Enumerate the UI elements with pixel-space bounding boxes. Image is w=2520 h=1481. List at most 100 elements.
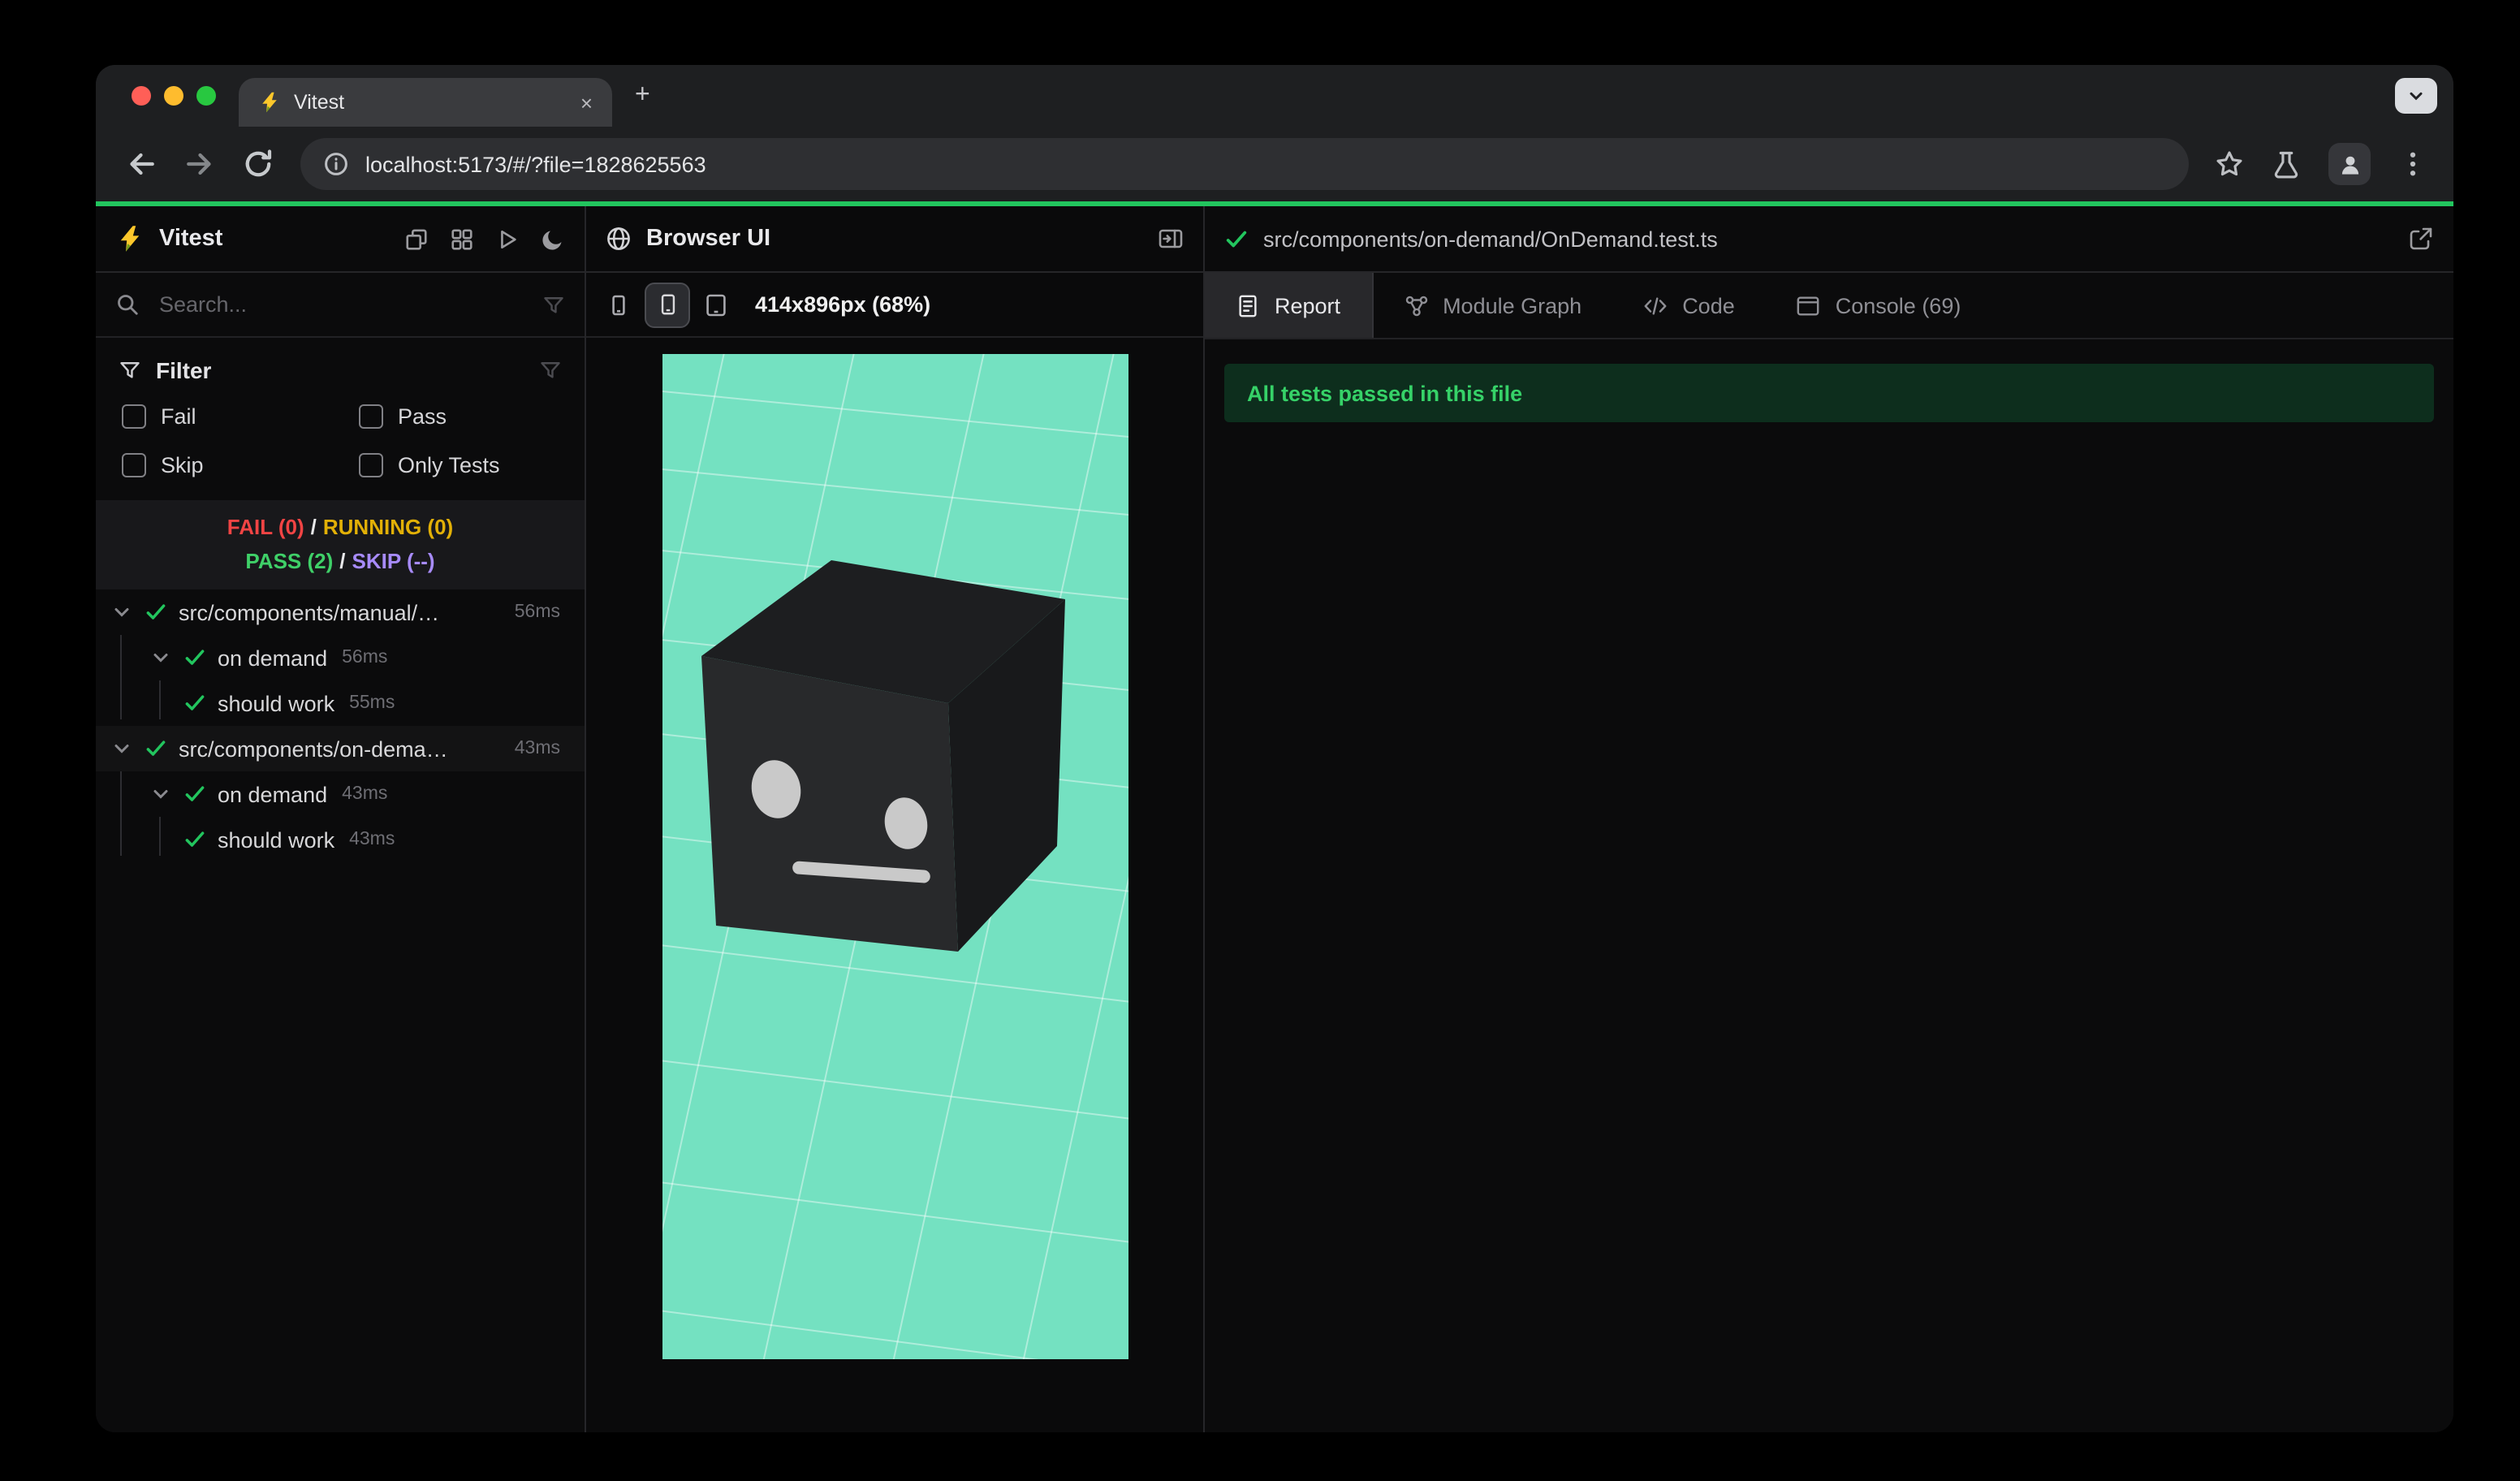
- run-all-icon[interactable]: [495, 227, 520, 251]
- test-file-group: src/components/manual/… 56ms on demand 5…: [96, 589, 585, 726]
- close-window-button[interactable]: [132, 86, 151, 106]
- dark-mode-toggle-icon[interactable]: [541, 227, 565, 251]
- checkbox-only-tests-box[interactable]: [359, 453, 383, 477]
- summary-skip-count: SKIP (--): [352, 549, 435, 573]
- app-title: Vitest: [159, 226, 223, 252]
- report-tabs: Report Module Graph Code Console (69): [1205, 273, 2453, 339]
- tab-strip: Vitest × +: [96, 65, 2453, 127]
- browser-tab[interactable]: Vitest ×: [239, 78, 612, 127]
- check-pass-icon: [1224, 227, 1249, 251]
- test-duration: 56ms: [514, 602, 560, 622]
- reload-button[interactable]: [242, 148, 274, 180]
- summary-separator: /: [310, 515, 317, 539]
- screen: Vitest × + localhost:5173/#/?file=182862…: [0, 0, 2520, 1481]
- device-mobile-active[interactable]: [645, 282, 690, 327]
- url-text[interactable]: localhost:5173/#/?file=1828625563: [365, 152, 706, 176]
- checkbox-fail-label: Fail: [161, 404, 196, 429]
- summary-fail-count: FAIL (0): [227, 515, 304, 539]
- bookmark-star-icon[interactable]: [2215, 149, 2244, 179]
- filter-funnel-icon: [119, 359, 141, 382]
- summary-line-1: FAIL (0) / RUNNING (0): [96, 510, 585, 544]
- filter-checkbox-pass[interactable]: Pass: [359, 404, 562, 429]
- filter-checkbox-only-tests[interactable]: Only Tests: [359, 453, 562, 477]
- checkbox-only-tests-label: Only Tests: [398, 453, 500, 477]
- filter-title: Filter: [156, 357, 212, 383]
- test-duration: 43ms: [514, 739, 560, 758]
- address-bar[interactable]: localhost:5173/#/?file=1828625563: [300, 138, 2189, 190]
- globe-icon: [606, 226, 632, 252]
- browser-preview-panel: Browser UI 414x896px (68%): [586, 206, 1205, 1432]
- test-file-row[interactable]: src/components/manual/… 56ms: [96, 589, 585, 635]
- clear-filter-icon[interactable]: [539, 359, 562, 382]
- test-children: on demand 43ms should work 43ms: [96, 771, 585, 862]
- tab-module-graph-label: Module Graph: [1443, 293, 1582, 317]
- back-button[interactable]: [125, 148, 158, 180]
- filter-panel: Filter Fail Pass Skip Only Tests: [96, 338, 585, 494]
- report-header: src/components/on-demand/OnDemand.test.t…: [1205, 206, 2453, 273]
- checkbox-skip-box[interactable]: [122, 453, 146, 477]
- checkbox-pass-box[interactable]: [359, 404, 383, 429]
- chevron-down-icon[interactable]: [110, 737, 133, 760]
- test-suite-row[interactable]: on demand 56ms: [96, 635, 585, 680]
- dashboard-icon[interactable]: [450, 227, 474, 251]
- tests-passed-message: All tests passed in this file: [1247, 381, 1523, 405]
- search-input[interactable]: [156, 291, 526, 318]
- browser-window: Vitest × + localhost:5173/#/?file=182862…: [96, 65, 2453, 1432]
- toolbar-actions: [2215, 143, 2427, 185]
- tested-app-viewport[interactable]: [662, 354, 1128, 1359]
- collapse-all-icon[interactable]: [404, 227, 429, 251]
- test-file-label: src/components/on-dema…: [179, 736, 448, 761]
- search-filter-funnel-icon[interactable]: [542, 293, 565, 316]
- filter-options: Fail Pass Skip Only Tests: [119, 404, 562, 477]
- tab-search-button[interactable]: [2395, 78, 2437, 114]
- vitest-favicon-icon: [258, 91, 281, 114]
- tab-close-icon[interactable]: ×: [577, 90, 596, 114]
- sidebar-header-actions: [404, 227, 565, 251]
- sidebar-header: Vitest: [96, 206, 585, 273]
- summary-pass-count: PASS (2): [245, 549, 334, 573]
- chevron-down-icon[interactable]: [110, 601, 133, 624]
- test-suite-label: on demand: [218, 646, 328, 670]
- search-icon: [115, 292, 140, 317]
- minimize-window-button[interactable]: [164, 86, 183, 106]
- overflow-menu-icon[interactable]: [2398, 149, 2427, 179]
- forward-button[interactable]: [183, 148, 216, 180]
- chevron-down-icon[interactable]: [149, 646, 172, 669]
- device-mobile-small-icon[interactable]: [606, 291, 632, 317]
- test-file-row-selected[interactable]: src/components/on-dema… 43ms: [96, 726, 585, 771]
- experiments-flask-icon[interactable]: [2272, 149, 2301, 179]
- browser-toolbar: localhost:5173/#/?file=1828625563: [96, 127, 2453, 201]
- test-children: should work 43ms: [96, 817, 585, 862]
- test-suite-row[interactable]: on demand 43ms: [96, 771, 585, 817]
- sidebar: Vitest Search... Filter Fail Pass Skip O…: [96, 206, 586, 1432]
- test-duration: 43ms: [342, 784, 388, 804]
- filter-checkbox-skip[interactable]: Skip: [122, 453, 359, 477]
- device-tablet-icon[interactable]: [703, 291, 729, 317]
- panel-toggle-icon[interactable]: [1158, 226, 1184, 252]
- tab-console[interactable]: Console (69): [1766, 273, 1992, 338]
- zoom-window-button[interactable]: [196, 86, 216, 106]
- filter-checkbox-fail[interactable]: Fail: [122, 404, 359, 429]
- report-panel: src/components/on-demand/OnDemand.test.t…: [1205, 206, 2453, 1432]
- profile-avatar[interactable]: [2328, 143, 2371, 185]
- check-pass-icon: [145, 737, 167, 760]
- test-tree: src/components/manual/… 56ms on demand 5…: [96, 589, 585, 1432]
- checkbox-fail-box[interactable]: [122, 404, 146, 429]
- check-pass-icon: [183, 646, 206, 669]
- tab-code[interactable]: Code: [1612, 273, 1766, 338]
- check-pass-icon: [183, 692, 206, 715]
- tab-report[interactable]: Report: [1205, 273, 1374, 338]
- site-info-icon[interactable]: [323, 151, 349, 177]
- open-file-path: src/components/on-demand/OnDemand.test.t…: [1263, 227, 1718, 251]
- chevron-down-icon[interactable]: [149, 783, 172, 805]
- tab-module-graph[interactable]: Module Graph: [1373, 273, 1612, 338]
- test-case-row[interactable]: should work 55ms: [96, 680, 585, 726]
- test-suite-label: on demand: [218, 782, 328, 806]
- checkbox-pass-label: Pass: [398, 404, 447, 429]
- test-duration: 43ms: [349, 830, 395, 849]
- external-link-icon[interactable]: [2408, 226, 2434, 252]
- vitest-logo-icon: [115, 224, 145, 253]
- test-case-row[interactable]: should work 43ms: [96, 817, 585, 862]
- new-tab-button[interactable]: +: [635, 81, 650, 110]
- device-toolbar: 414x896px (68%): [586, 273, 1203, 338]
